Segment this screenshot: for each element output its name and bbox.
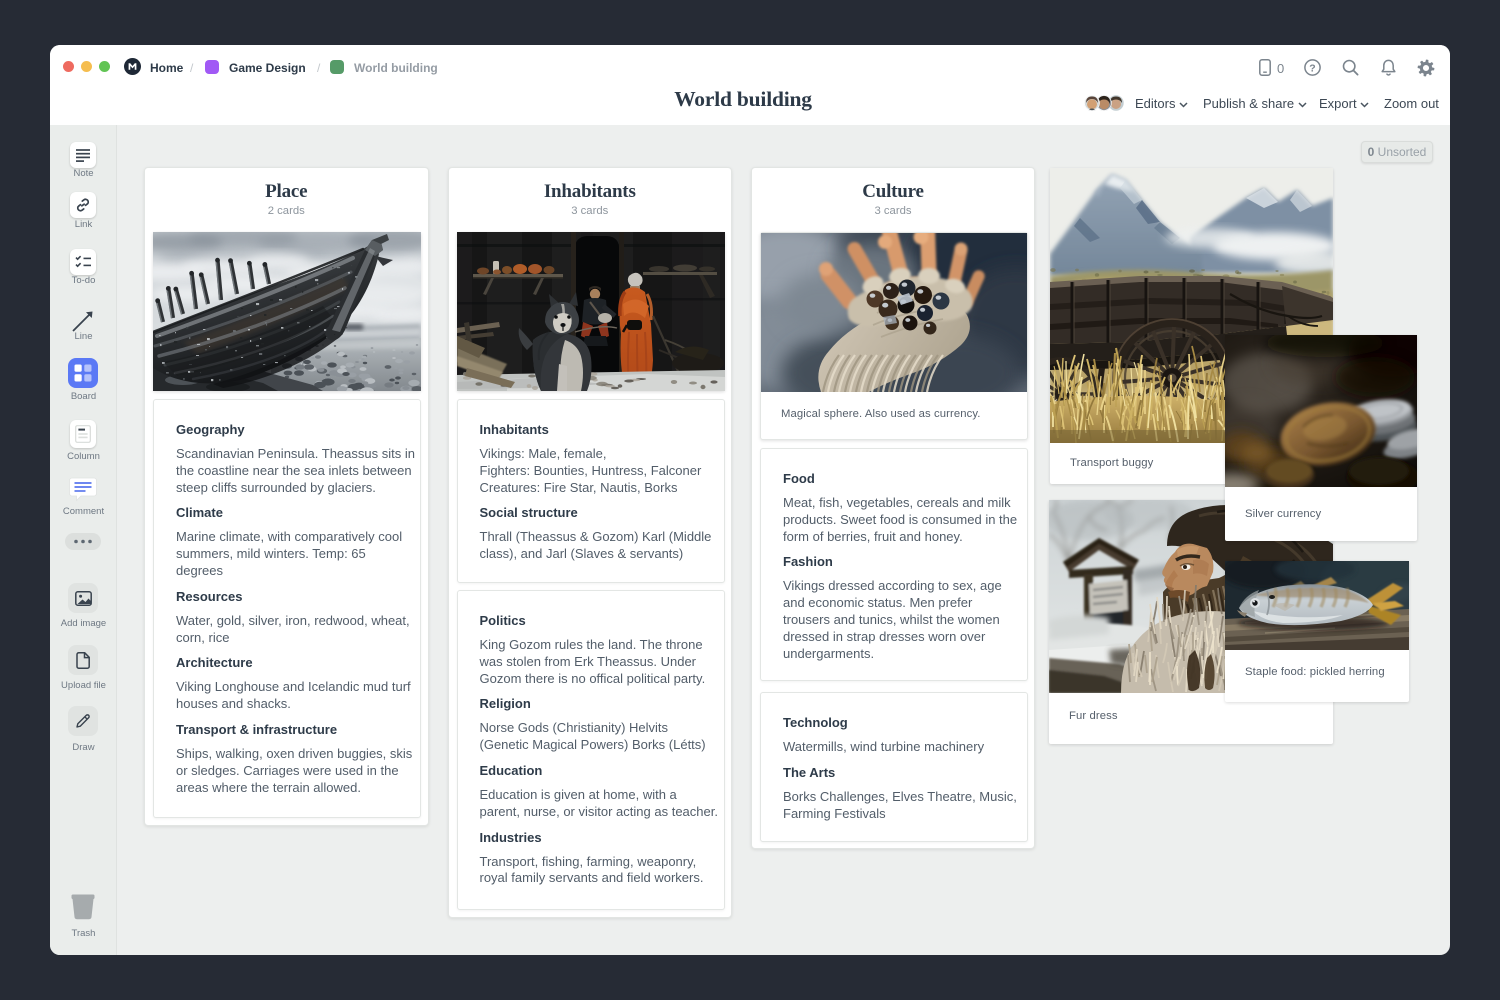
svg-text:?: ? [1309, 62, 1315, 74]
